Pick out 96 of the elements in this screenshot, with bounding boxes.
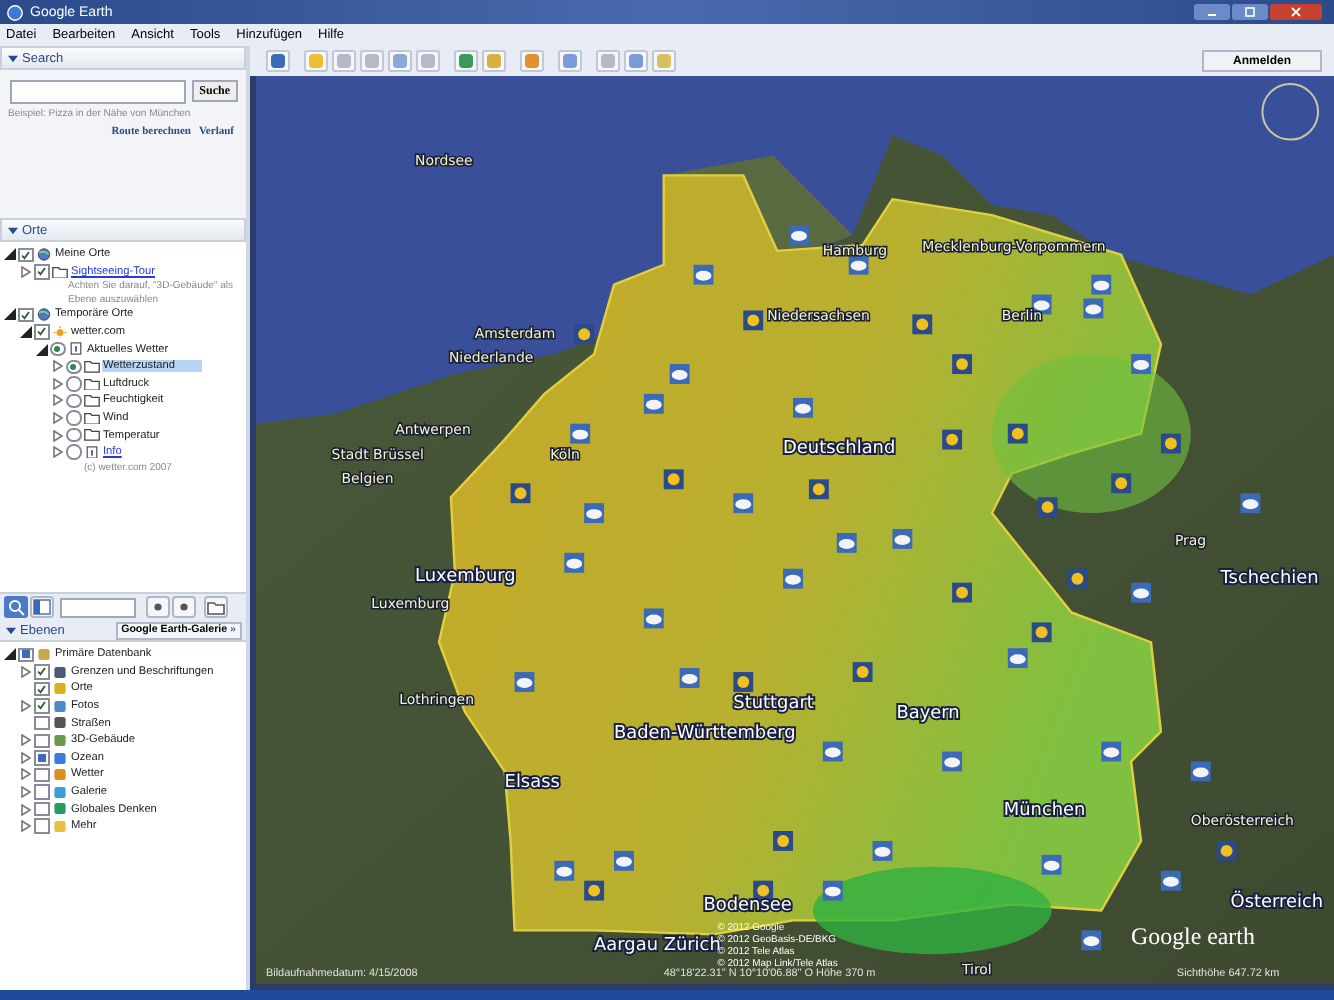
search-icon[interactable] xyxy=(4,596,28,618)
toolbar-icon[interactable] xyxy=(454,50,478,72)
sun-icon[interactable] xyxy=(1111,473,1132,494)
checkbox[interactable] xyxy=(34,264,49,280)
collapsed-icon[interactable] xyxy=(52,360,64,373)
checkbox[interactable] xyxy=(34,733,49,749)
map-label: München xyxy=(1003,801,1086,822)
sun-icon[interactable] xyxy=(942,429,963,450)
sun-icon[interactable] xyxy=(733,672,754,692)
checkbox[interactable] xyxy=(34,324,49,340)
cloud-icon[interactable] xyxy=(1131,582,1151,603)
map-label: Stuttgart xyxy=(733,693,814,714)
sun-icon[interactable] xyxy=(852,662,873,682)
collapsed-icon[interactable] xyxy=(20,820,32,833)
expanded-icon xyxy=(8,53,18,63)
sun-icon[interactable] xyxy=(952,354,972,375)
collapsed-icon[interactable] xyxy=(20,803,32,816)
checkbox[interactable] xyxy=(34,698,49,714)
sun-icon[interactable] xyxy=(743,310,764,331)
sun-icon[interactable] xyxy=(952,582,972,603)
sun-icon[interactable] xyxy=(1037,497,1058,518)
checkbox[interactable] xyxy=(18,307,33,323)
expanded-icon[interactable] xyxy=(36,343,48,356)
close-button[interactable] xyxy=(1270,4,1322,20)
map-label: Baden-Württemberg xyxy=(614,723,796,744)
collapsed-icon[interactable] xyxy=(52,394,64,407)
collapsed-icon[interactable] xyxy=(20,751,32,764)
expanded-icon[interactable] xyxy=(20,326,32,339)
checkbox[interactable] xyxy=(18,647,33,663)
radio-button[interactable] xyxy=(50,341,65,357)
collapsed-icon[interactable] xyxy=(20,786,32,799)
checkbox[interactable] xyxy=(34,784,49,800)
checkbox[interactable] xyxy=(34,767,49,783)
map-label: Deutschland xyxy=(783,439,896,460)
collapsed-icon[interactable] xyxy=(52,429,64,442)
info-icon xyxy=(67,342,83,356)
radio-button[interactable] xyxy=(66,427,81,443)
info-icon xyxy=(83,445,99,459)
expanded-icon[interactable] xyxy=(4,648,16,661)
map-label: Österreich xyxy=(1230,892,1324,913)
toolbar-icon[interactable] xyxy=(266,50,290,72)
checkbox[interactable] xyxy=(34,750,49,766)
collapsed-icon[interactable] xyxy=(20,700,32,713)
collapsed-icon[interactable] xyxy=(20,665,32,678)
sun-icon[interactable] xyxy=(912,314,933,335)
radio-button[interactable] xyxy=(66,376,81,392)
radio-button[interactable] xyxy=(66,359,81,375)
globe-icon xyxy=(35,248,51,262)
toolbar-icon[interactable] xyxy=(558,50,582,72)
sun-icon[interactable] xyxy=(510,483,531,504)
sun-icon[interactable] xyxy=(584,880,605,901)
sun-icon[interactable] xyxy=(1031,622,1052,643)
collapsed-icon[interactable] xyxy=(20,734,32,747)
cloud-icon[interactable] xyxy=(1081,930,1102,951)
map-label: Bodensee xyxy=(703,896,792,917)
toolbar-icon[interactable] xyxy=(624,50,648,72)
radio-button[interactable] xyxy=(66,444,81,460)
maximize-button[interactable] xyxy=(1232,4,1268,20)
sun-icon[interactable] xyxy=(574,324,595,345)
radio-button[interactable] xyxy=(66,410,81,426)
collapsed-icon[interactable] xyxy=(20,768,32,781)
sun-icon xyxy=(51,325,67,339)
cloud-icon[interactable] xyxy=(1190,761,1211,782)
expanded-icon[interactable] xyxy=(4,308,16,321)
sun-icon[interactable] xyxy=(808,479,829,500)
map-label: Tschechien xyxy=(1220,568,1319,589)
cloud-icon[interactable] xyxy=(848,254,869,275)
map-label: Bayern xyxy=(896,703,960,724)
collapsed-icon[interactable] xyxy=(52,446,64,459)
folder-icon xyxy=(51,265,67,279)
search-field[interactable] xyxy=(10,80,186,104)
checkbox[interactable] xyxy=(34,801,49,817)
folder-icon[interactable] xyxy=(204,596,228,618)
expanded-icon[interactable] xyxy=(4,248,16,261)
logo-text: Google earth xyxy=(1131,922,1255,951)
sun-icon[interactable] xyxy=(1067,568,1088,589)
radio-button[interactable] xyxy=(66,393,81,409)
sun-icon[interactable] xyxy=(663,469,684,490)
checkbox[interactable] xyxy=(34,715,49,731)
checkbox[interactable] xyxy=(18,247,33,263)
collapsed-icon[interactable] xyxy=(20,265,32,278)
sun-icon[interactable] xyxy=(773,831,793,851)
map-label: Elsass xyxy=(504,773,560,794)
globe-icon xyxy=(6,3,24,21)
filter-field[interactable] xyxy=(60,597,136,617)
panel-icon[interactable] xyxy=(30,596,54,618)
checkbox[interactable] xyxy=(34,681,49,697)
expanded-icon xyxy=(6,625,16,635)
collapsed-icon[interactable] xyxy=(52,412,64,425)
globe-icon xyxy=(35,308,51,322)
minimize-button[interactable] xyxy=(1194,4,1230,20)
checkbox[interactable] xyxy=(34,818,49,834)
expanded-icon xyxy=(8,225,18,235)
collapsed-icon[interactable] xyxy=(52,377,64,390)
checkbox[interactable] xyxy=(34,664,49,680)
cloud-icon[interactable] xyxy=(1240,493,1261,514)
